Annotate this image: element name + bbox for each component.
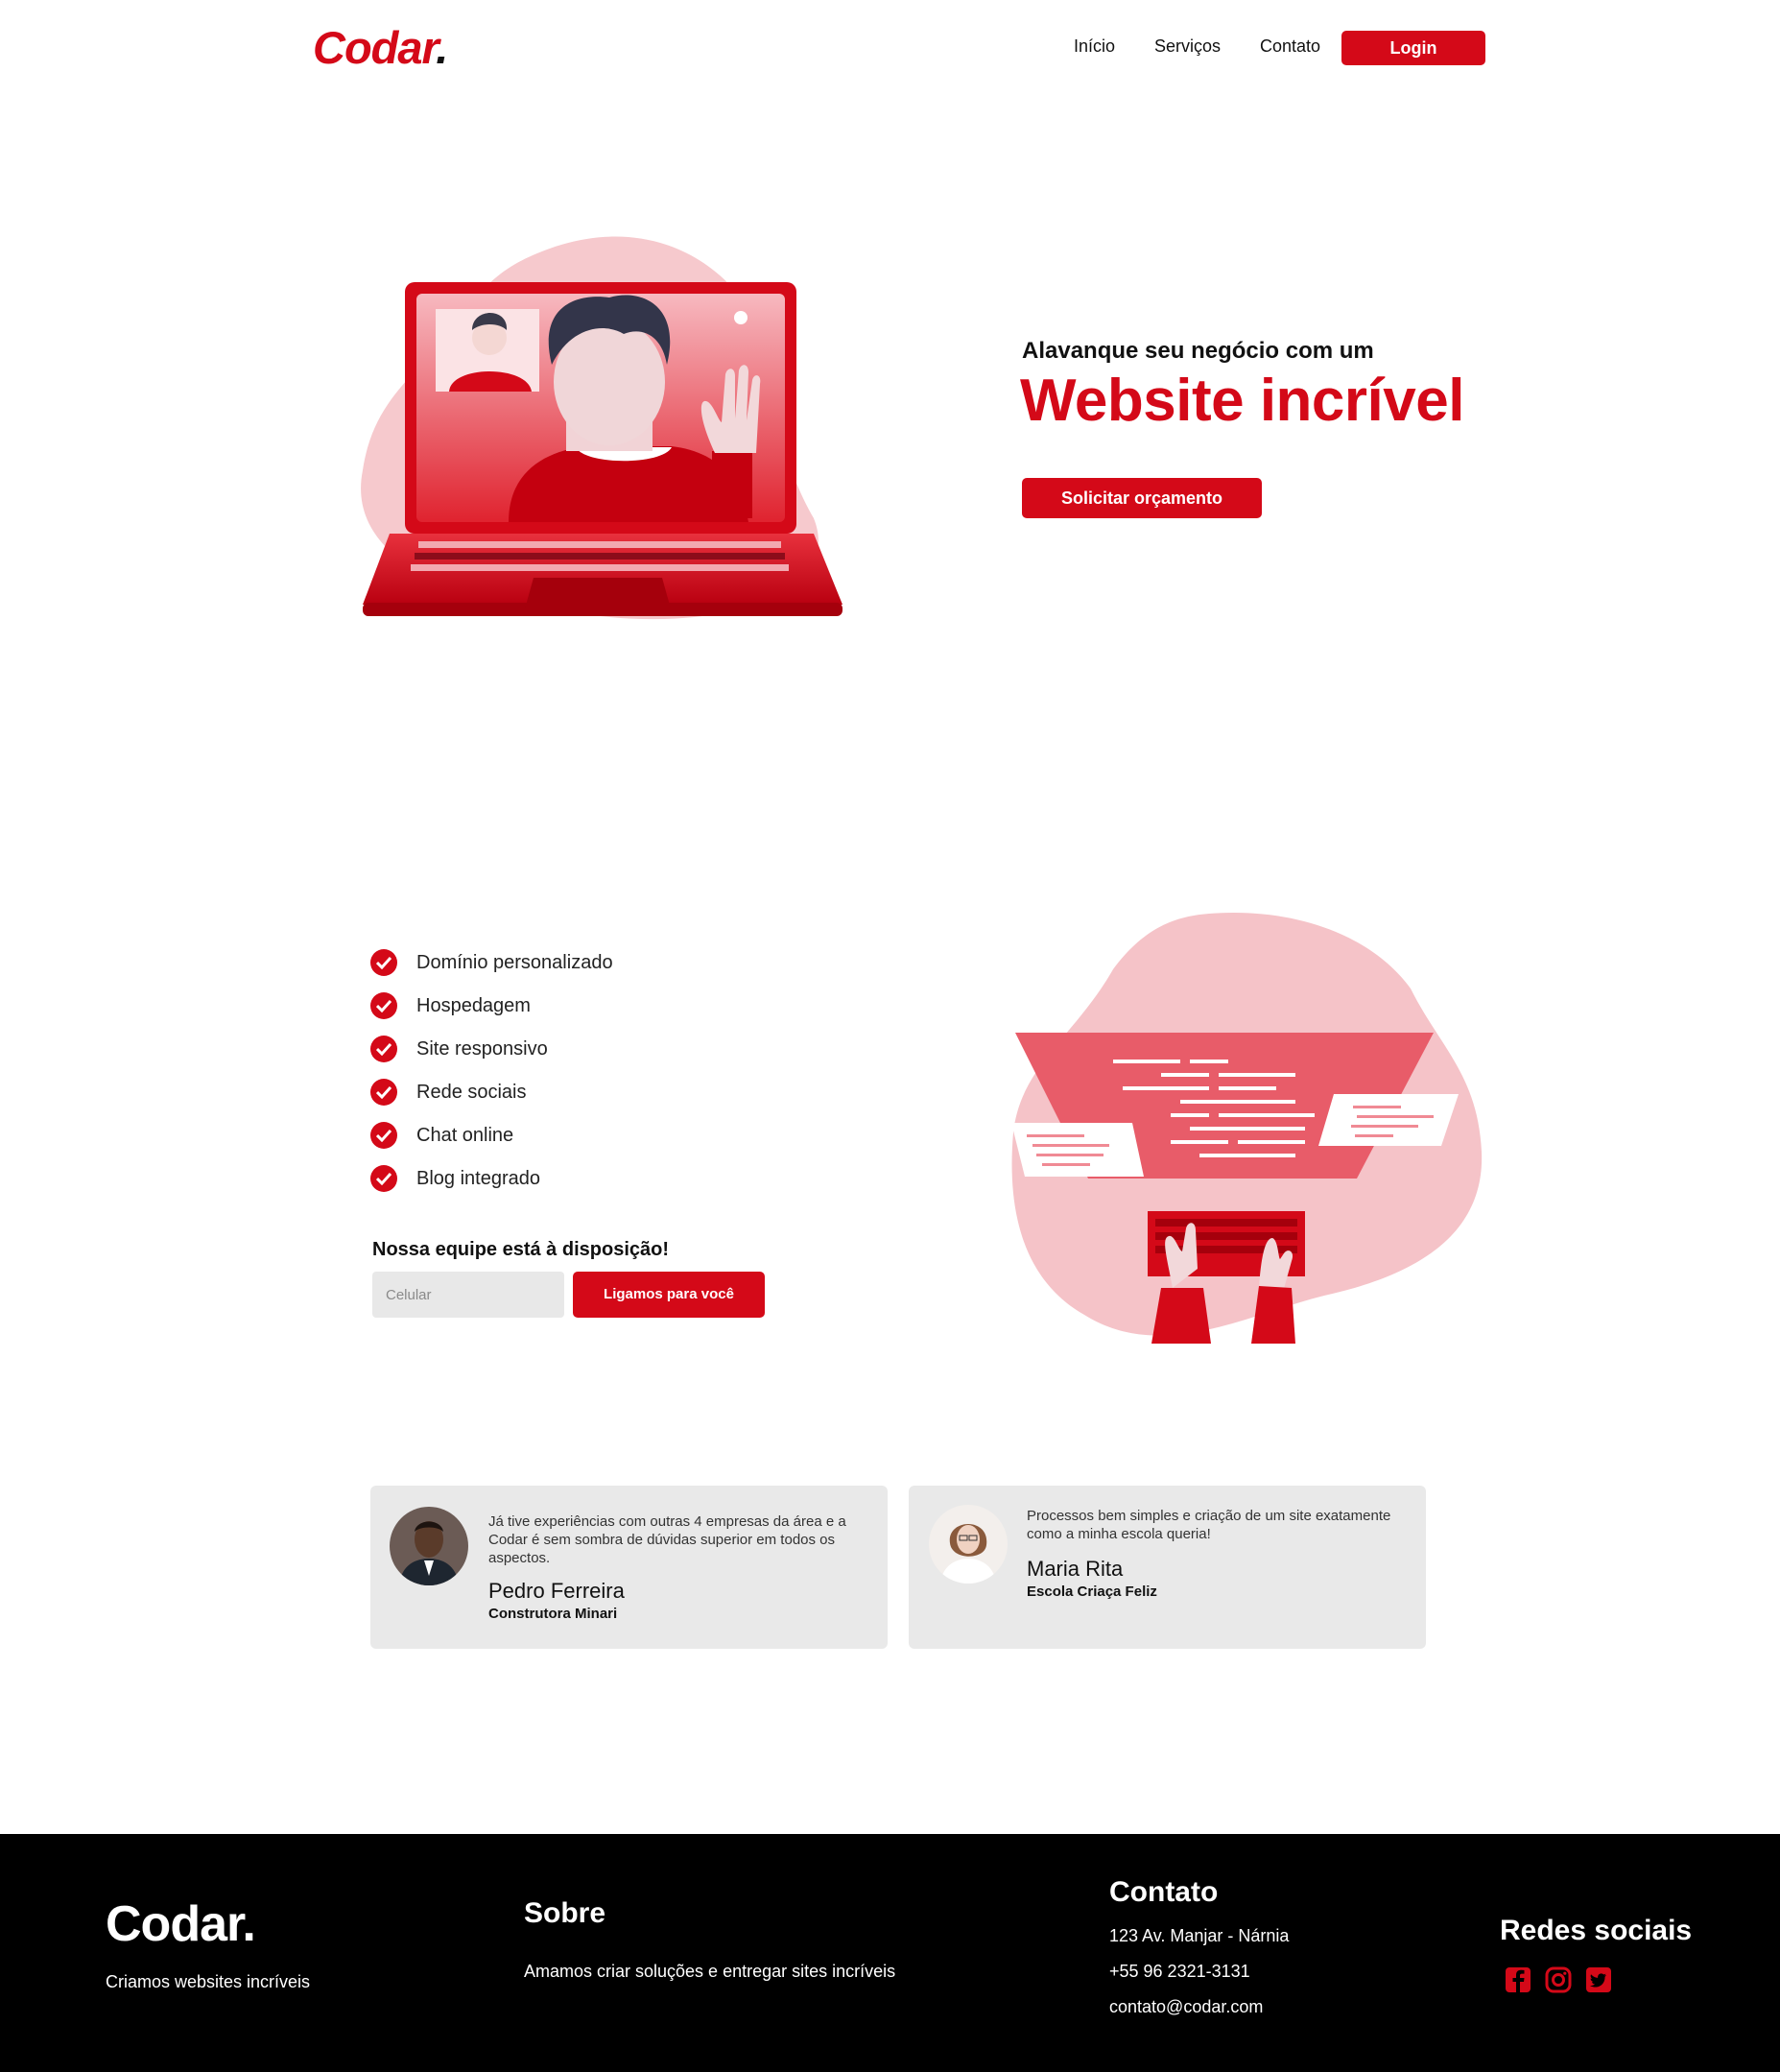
- nav-inicio[interactable]: Início: [1074, 36, 1115, 57]
- testimonial-name: Pedro Ferreira: [488, 1579, 625, 1603]
- footer-about-title: Sobre: [524, 1897, 606, 1929]
- footer-about-text: Amamos criar soluções e entregar sites i…: [524, 1962, 896, 1981]
- logo[interactable]: Codar.: [313, 21, 448, 74]
- footer: [0, 1834, 1780, 2072]
- call-me-button[interactable]: Ligamos para você: [573, 1272, 765, 1318]
- check-icon: [370, 1165, 397, 1192]
- login-button[interactable]: Login: [1341, 31, 1485, 65]
- avatar: [929, 1505, 1008, 1584]
- nav-contato[interactable]: Contato: [1260, 36, 1320, 57]
- testimonial-company: Construtora Minari: [488, 1606, 618, 1622]
- footer-tagline: Criamos websites incríveis: [106, 1972, 311, 1991]
- testimonial-name: Maria Rita: [1027, 1557, 1124, 1581]
- feature-label: Domínio personalizado: [416, 951, 613, 973]
- laptop-video-call-illustration: [361, 236, 843, 620]
- twitter-icon[interactable]: [1584, 1965, 1613, 1994]
- testimonial-company: Escola Criaça Feliz: [1027, 1584, 1157, 1600]
- testimonial-text: Processos bem simples e criação de um si…: [1027, 1508, 1391, 1542]
- feature-item: Blog integrado: [370, 1164, 540, 1193]
- feature-label: Site responsivo: [416, 1037, 548, 1060]
- check-icon: [370, 949, 397, 976]
- footer-email[interactable]: contato@codar.com: [1109, 1997, 1263, 2017]
- coding-illustration: [1011, 912, 1483, 1344]
- phone-input[interactable]: [372, 1272, 564, 1318]
- hero-subtitle: Alavanque seu negócio com um: [1022, 338, 1374, 364]
- testimonial-card: Já tive experiências com outras 4 empres…: [370, 1486, 888, 1649]
- logo-dot: .: [436, 22, 448, 73]
- footer-logo[interactable]: Codar.: [106, 1895, 256, 1953]
- feature-item: Site responsivo: [370, 1035, 548, 1063]
- footer-address: 123 Av. Manjar - Nárnia: [1109, 1926, 1290, 1945]
- feature-item: Rede sociais: [370, 1078, 527, 1107]
- feature-label: Rede sociais: [416, 1081, 527, 1103]
- feature-label: Blog integrado: [416, 1167, 540, 1189]
- check-icon: [370, 992, 397, 1019]
- footer-phone: +55 96 2321-3131: [1109, 1962, 1250, 1981]
- footer-contact-title: Contato: [1109, 1876, 1219, 1908]
- nav-servicos[interactable]: Serviços: [1154, 36, 1221, 57]
- check-icon: [370, 1122, 397, 1149]
- instagram-icon[interactable]: [1544, 1965, 1573, 1994]
- person-avatar-icon: [390, 1507, 468, 1585]
- check-icon: [370, 1036, 397, 1062]
- avatar: [390, 1507, 468, 1585]
- check-icon: [370, 1079, 397, 1106]
- request-quote-button[interactable]: Solicitar orçamento: [1022, 478, 1262, 518]
- feature-label: Hospedagem: [416, 994, 531, 1016]
- person-avatar-icon: [929, 1505, 1008, 1584]
- feature-item: Chat online: [370, 1121, 513, 1150]
- feature-item: Hospedagem: [370, 991, 531, 1020]
- facebook-icon[interactable]: [1504, 1965, 1532, 1994]
- feature-item: Domínio personalizado: [370, 948, 613, 977]
- team-title: Nossa equipe está à disposição!: [372, 1239, 669, 1260]
- testimonial-text: Já tive experiências com outras 4 empres…: [488, 1513, 846, 1566]
- testimonial-card: Processos bem simples e criação de um si…: [909, 1486, 1426, 1649]
- feature-label: Chat online: [416, 1124, 514, 1146]
- logo-text: Codar: [313, 22, 437, 73]
- hero-title: Website incrível: [1020, 368, 1464, 434]
- footer-social-title: Redes sociais: [1500, 1915, 1693, 1946]
